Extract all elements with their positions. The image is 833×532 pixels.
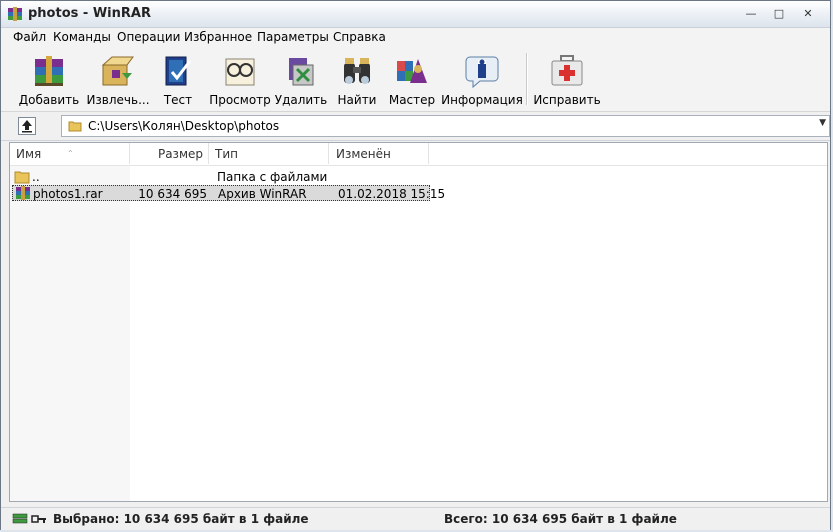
delete-button[interactable]: Удалить [273,51,329,109]
minimize-button[interactable]: — [740,6,762,22]
name-column-shade [10,163,130,501]
view-icon [225,58,255,86]
list-item-selected[interactable]: photos1.rar 10 634 695 Архив WinRAR 01.0… [12,185,445,201]
menu-bar: Файл Команды Операции Избранное Параметр… [1,28,830,47]
info-button[interactable]: Информация [441,51,523,109]
status-bar: Выбрано: 10 634 695 байт в 1 файле Всего… [1,507,830,530]
maximize-button[interactable]: □ [768,6,790,22]
wizard-button[interactable]: Мастер [385,51,439,109]
file-type: Папка с файлами [217,170,328,184]
add-archive-icon [35,56,63,86]
file-list[interactable]: Имя ⌃ Размер Тип Изменён .. Папка с файл… [9,142,828,502]
find-button-label: Найти [337,93,377,107]
folder-icon [68,121,82,132]
test-button-label: Тест [163,93,193,107]
view-button[interactable]: Просмотр [207,51,273,109]
add-button-label: Добавить [18,93,80,107]
extract-icon [101,56,134,86]
info-button-label: Информация [441,93,523,107]
file-name: photos1.rar [33,187,103,201]
delete-icon [289,58,314,86]
delete-button-label: Удалить [274,93,328,107]
view-button-label: Просмотр [209,93,271,107]
menu-help[interactable]: Справка [333,30,386,44]
folder-icon [14,171,30,184]
status-selected: Выбрано: 10 634 695 байт в 1 файле [53,512,309,526]
column-header-modified[interactable]: Изменён [329,143,429,164]
menu-favorites[interactable]: Избранное [184,30,252,44]
archive-status-icon [12,513,28,524]
up-folder-button[interactable] [18,117,36,135]
wizard-icon [397,59,427,83]
path-text: C:\Users\Колян\Desktop\photos [88,119,280,133]
repair-button[interactable]: Исправить [533,51,601,109]
extract-button-label: Извлечь... [86,93,150,107]
sort-indicator-icon: ⌃ [67,149,74,158]
menu-operations[interactable]: Операции [117,30,180,44]
path-field[interactable]: C:\Users\Колян\Desktop\photos ▼ [61,115,830,137]
key-icon[interactable] [31,512,47,526]
file-name: .. [32,170,40,184]
title-bar: photos - WinRAR — □ ✕ [1,1,830,28]
file-type: Архив WinRAR [218,187,307,201]
find-button[interactable]: Найти [332,51,382,109]
test-icon [165,56,192,86]
extract-button[interactable]: Извлечь... [83,51,153,109]
winrar-app-icon[interactable] [7,6,23,22]
menu-file[interactable]: Файл [13,30,46,44]
column-header-name-label: Имя [16,147,42,161]
column-header-size[interactable]: Размер [130,143,209,164]
file-size: 10 634 695 [138,187,207,201]
column-header-type[interactable]: Тип [209,143,329,164]
repair-button-label: Исправить [533,93,601,107]
file-modified: 01.02.2018 15:15 [338,187,446,201]
status-total: Всего: 10 634 695 байт в 1 файле [444,512,677,526]
find-icon [344,58,370,84]
chevron-down-icon[interactable]: ▼ [819,118,826,128]
toolbar: Добавить Извлечь... Тест Просмотр Удалит… [1,47,830,112]
repair-icon [551,55,583,86]
close-button[interactable]: ✕ [797,6,819,22]
list-item[interactable]: .. Папка с файлами [12,169,430,185]
wizard-button-label: Мастер [388,93,436,107]
list-header: Имя ⌃ Размер Тип Изменён [10,143,827,166]
info-icon [465,56,499,89]
column-header-name[interactable]: Имя ⌃ [10,143,130,164]
toolbar-separator [526,53,528,105]
arrow-up-icon [22,120,32,133]
add-button[interactable]: Добавить [15,51,83,109]
rar-archive-icon [16,186,30,200]
window-title: photos - WinRAR [28,6,151,21]
menu-options[interactable]: Параметры [257,30,329,44]
path-bar: C:\Users\Колян\Desktop\photos ▼ [1,112,830,141]
test-button[interactable]: Тест [153,51,203,109]
winrar-window: photos - WinRAR — □ ✕ Файл Команды Опера… [0,0,831,530]
menu-commands[interactable]: Команды [53,30,111,44]
